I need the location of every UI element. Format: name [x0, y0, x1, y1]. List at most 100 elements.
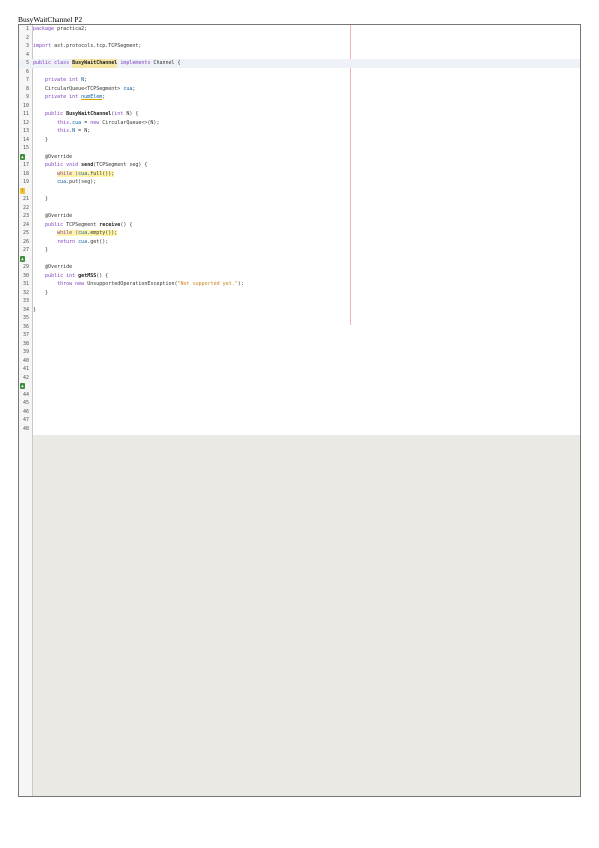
code-text: private int numElem;	[33, 93, 105, 102]
code-line[interactable]: 34}	[19, 306, 580, 315]
code-token: BusyWaitChannel	[66, 111, 112, 117]
code-line[interactable]: 17 public void send(TCPSegment seg) {	[19, 161, 580, 170]
line-number: 24	[22, 221, 29, 228]
code-token: CircularQueue<>(N);	[99, 119, 160, 126]
code-token: "Not supported yet."	[177, 281, 238, 287]
code-line[interactable]: 44	[19, 391, 580, 400]
code-token: public int	[45, 272, 79, 279]
code-token: throw new	[57, 281, 85, 287]
code-token: cua	[57, 179, 67, 185]
code-text: public void send(TCPSegment seg) {	[33, 161, 147, 170]
code-line[interactable]: 12 this.cua = new CircularQueue<>(N);	[19, 119, 580, 128]
code-line[interactable]: !	[19, 187, 580, 196]
code-token: new	[90, 119, 100, 126]
code-line[interactable]: 47	[19, 416, 580, 425]
code-line[interactable]: 26 return cua.get();	[19, 238, 580, 247]
code-line[interactable]: 27 }	[19, 246, 580, 255]
line-number: 41	[22, 366, 29, 372]
code-line[interactable]: 35	[19, 314, 580, 323]
line-number: 8	[25, 85, 29, 92]
code-token: receive	[99, 221, 121, 228]
code-editor[interactable]: 1 package practica2; 2 3 import ast.protocol…	[18, 24, 581, 797]
code-line[interactable]: 29 @Override	[19, 263, 580, 272]
code-line[interactable]: 5 public class BusyWaitChannel implements…	[19, 59, 580, 68]
code-line[interactable]: 13 this.N = N;	[19, 127, 580, 136]
override-marker-icon[interactable]: ▲	[20, 255, 25, 262]
code-line[interactable]: 21 }	[19, 195, 580, 204]
code-line[interactable]: 23 @Override	[19, 212, 580, 221]
code-line[interactable]: 38	[19, 340, 580, 349]
code-token: send	[81, 162, 94, 168]
line-number: 39	[22, 349, 29, 355]
code-line[interactable]: 40	[19, 357, 580, 366]
code-token: import	[33, 43, 52, 49]
code-line[interactable]: ▲	[19, 382, 580, 391]
code-text: }	[33, 195, 48, 204]
code-token: N) {	[123, 111, 139, 117]
code-token: =	[81, 119, 91, 126]
line-number: 5	[25, 60, 29, 66]
code-token: while (	[57, 230, 79, 236]
line-number: 12	[22, 119, 29, 126]
line-number: 9	[25, 94, 29, 100]
code-line[interactable]: 9 private int numElem;	[19, 93, 580, 102]
code-line[interactable]: 37	[19, 331, 580, 340]
code-line[interactable]: 10	[19, 102, 580, 111]
code-line[interactable]: 4	[19, 51, 580, 60]
code-line[interactable]: ▲	[19, 255, 580, 264]
line-number: 32	[22, 289, 29, 296]
code-line[interactable]: 42	[19, 374, 580, 383]
line-number: 4	[25, 51, 29, 58]
code-line[interactable]: 6	[19, 68, 580, 77]
code-token: cua	[123, 85, 133, 92]
warning-marker-icon[interactable]: !	[20, 187, 25, 194]
code-line[interactable]: 32 }	[19, 289, 580, 298]
override-marker-icon[interactable]: ▲	[20, 153, 25, 160]
code-line[interactable]: 39	[19, 348, 580, 357]
code-token: public	[45, 111, 67, 117]
code-line[interactable]: 1 package practica2;	[19, 25, 580, 34]
code-text: this.cua = new CircularQueue<>(N);	[33, 119, 159, 128]
code-line[interactable]: 8 CircularQueue<TCPSegment> cua;	[19, 85, 580, 94]
code-text: throw new UnsupportedOperationException(…	[33, 280, 244, 289]
code-line[interactable]: 2	[19, 34, 580, 43]
code-line[interactable]: 15	[19, 144, 580, 153]
code-token: public void	[45, 162, 82, 168]
code-token: BusyWaitChannel	[72, 59, 118, 68]
code-line[interactable]: 31 throw new UnsupportedOperationExcepti…	[19, 280, 580, 289]
code-token: practica2;	[54, 26, 88, 32]
line-number: 7	[25, 77, 29, 83]
code-line[interactable]: 7 private int N;	[19, 76, 580, 85]
code-line[interactable]: 33	[19, 297, 580, 306]
line-number: 47	[22, 417, 29, 423]
code-line[interactable]: 41	[19, 365, 580, 374]
line-number: 48	[22, 425, 29, 432]
code-token: public	[45, 221, 64, 228]
code-line[interactable]: 25 while (cua.empty());	[19, 229, 580, 238]
code-line[interactable]: 46	[19, 408, 580, 417]
line-number: 33	[22, 298, 29, 304]
line-number: 18	[22, 170, 29, 177]
code-text: CircularQueue<TCPSegment> cua;	[33, 85, 135, 94]
override-marker-icon[interactable]: ▲	[20, 383, 25, 389]
code-line[interactable]: ▲ @Override	[19, 153, 580, 162]
code-line[interactable]: 48	[19, 425, 580, 434]
code-line[interactable]: 36	[19, 323, 580, 332]
code-line[interactable]: 30 public int getMSS() {	[19, 272, 580, 281]
line-number: 21	[22, 196, 29, 202]
code-line[interactable]: 45	[19, 399, 580, 408]
code-line[interactable]: 14 }	[19, 136, 580, 145]
code-line[interactable]: 18 while (cua.full());	[19, 170, 580, 179]
line-number: 38	[22, 340, 29, 347]
code-text: return cua.get();	[33, 238, 108, 247]
code-token: ;	[102, 94, 106, 100]
code-line[interactable]: 11 public BusyWaitChannel(int N) {	[19, 110, 580, 119]
code-line[interactable]: 19 cua.put(seg);	[19, 178, 580, 187]
code-line[interactable]: 24 public TCPSegment receive() {	[19, 221, 580, 230]
code-line[interactable]: 3 import ast.protocols.tcp.TCPSegment;	[19, 42, 580, 51]
code-line[interactable]: 22	[19, 204, 580, 213]
